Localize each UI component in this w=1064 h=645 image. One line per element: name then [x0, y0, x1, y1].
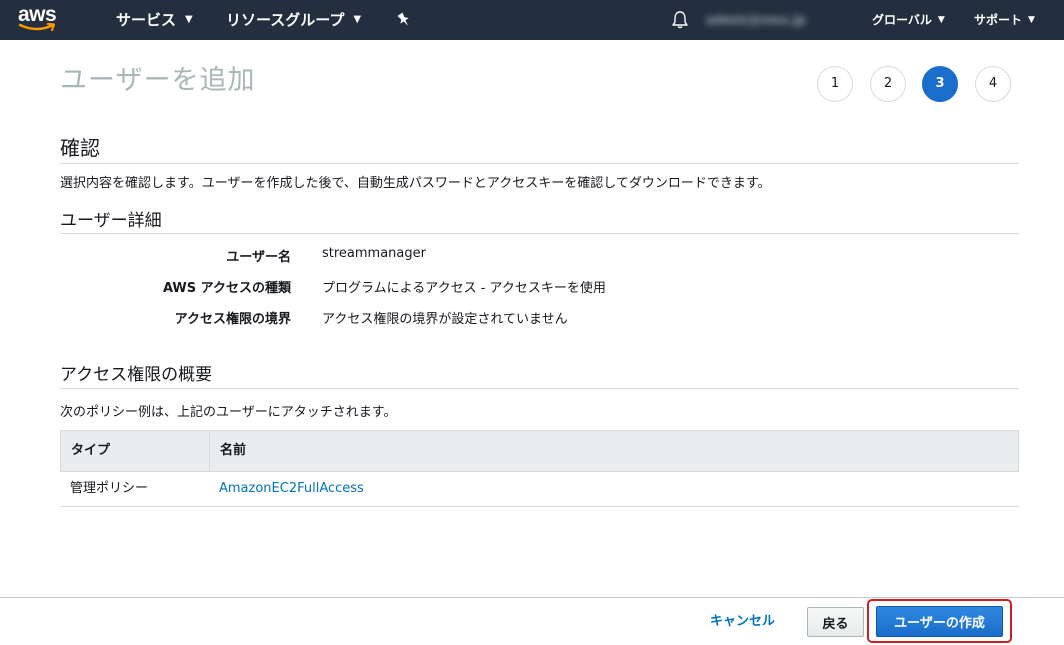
review-heading: 確認 — [60, 136, 100, 160]
table-row-divider — [60, 506, 1019, 507]
top-nav-bar: aws サービス ▼ リソースグループ ▼ admin@nmx.jp グローバル ▼ … — [0, 0, 1064, 40]
step-2[interactable]: 2 — [870, 66, 906, 102]
chevron-down-icon: ▼ — [185, 13, 193, 25]
cancel-button[interactable]: キャンセル — [700, 607, 785, 637]
divider — [60, 388, 1019, 389]
account-menu[interactable]: admin@nmx.jp — [706, 10, 848, 30]
services-menu[interactable]: サービス ▼ — [116, 0, 193, 40]
back-button[interactable]: 戻る — [807, 607, 864, 637]
divider — [60, 233, 1019, 234]
divider — [60, 163, 1019, 164]
bell-icon[interactable] — [670, 10, 690, 34]
user-details-heading: ユーザー詳細 — [60, 211, 162, 231]
policy-type-cell: 管理ポリシー — [70, 481, 149, 496]
page-title: ユーザーを追加 — [60, 65, 256, 96]
permissions-description: 次のポリシー例は、上記のユーザーにアタッチされます。 — [60, 405, 397, 420]
footer-divider — [0, 597, 1064, 598]
username-value: streammanager — [322, 246, 426, 261]
column-header-type: タイプ — [71, 443, 111, 458]
services-label: サービス — [116, 11, 177, 29]
aws-logo[interactable]: aws — [18, 4, 62, 34]
pin-icon[interactable] — [397, 12, 411, 32]
resource-groups-menu[interactable]: リソースグループ ▼ — [226, 0, 361, 40]
region-label: グローバル — [872, 13, 932, 27]
column-header-name: 名前 — [220, 443, 247, 458]
username-label: ユーザー名 — [226, 250, 291, 265]
chevron-down-icon: ▼ — [937, 14, 945, 25]
chevron-down-icon: ▼ — [353, 13, 362, 25]
step-4: 4 — [975, 66, 1011, 102]
chevron-down-icon: ▼ — [1028, 14, 1035, 25]
policy-name-link[interactable]: AmazonEC2FullAccess — [219, 472, 364, 506]
step-3-current: 3 — [922, 66, 958, 102]
access-type-label: AWS アクセスの種類 — [162, 281, 291, 296]
permissions-boundary-label: アクセス権限の境界 — [174, 312, 291, 327]
region-menu[interactable]: グローバル ▼ — [872, 0, 945, 40]
resource-groups-label: リソースグループ — [226, 11, 345, 29]
permissions-boundary-value: アクセス権限の境界が設定されていません — [322, 312, 568, 327]
support-label: サポート — [974, 13, 1023, 27]
review-description: 選択内容を確認します。ユーザーを作成した後で、自動生成パスワードとアクセスキーを… — [60, 176, 771, 191]
smile-arrow-icon — [19, 22, 56, 32]
access-type-value: プログラムによるアクセス - アクセスキーを使用 — [322, 281, 606, 296]
support-menu[interactable]: サポート ▼ — [974, 0, 1035, 40]
create-user-button[interactable]: ユーザーの作成 — [876, 606, 1003, 637]
step-1[interactable]: 1 — [817, 66, 853, 102]
account-label: admin@nmx.jp — [706, 13, 806, 27]
policy-table-header: タイプ 名前 — [60, 430, 1019, 472]
permissions-summary-heading: アクセス権限の概要 — [60, 365, 213, 385]
